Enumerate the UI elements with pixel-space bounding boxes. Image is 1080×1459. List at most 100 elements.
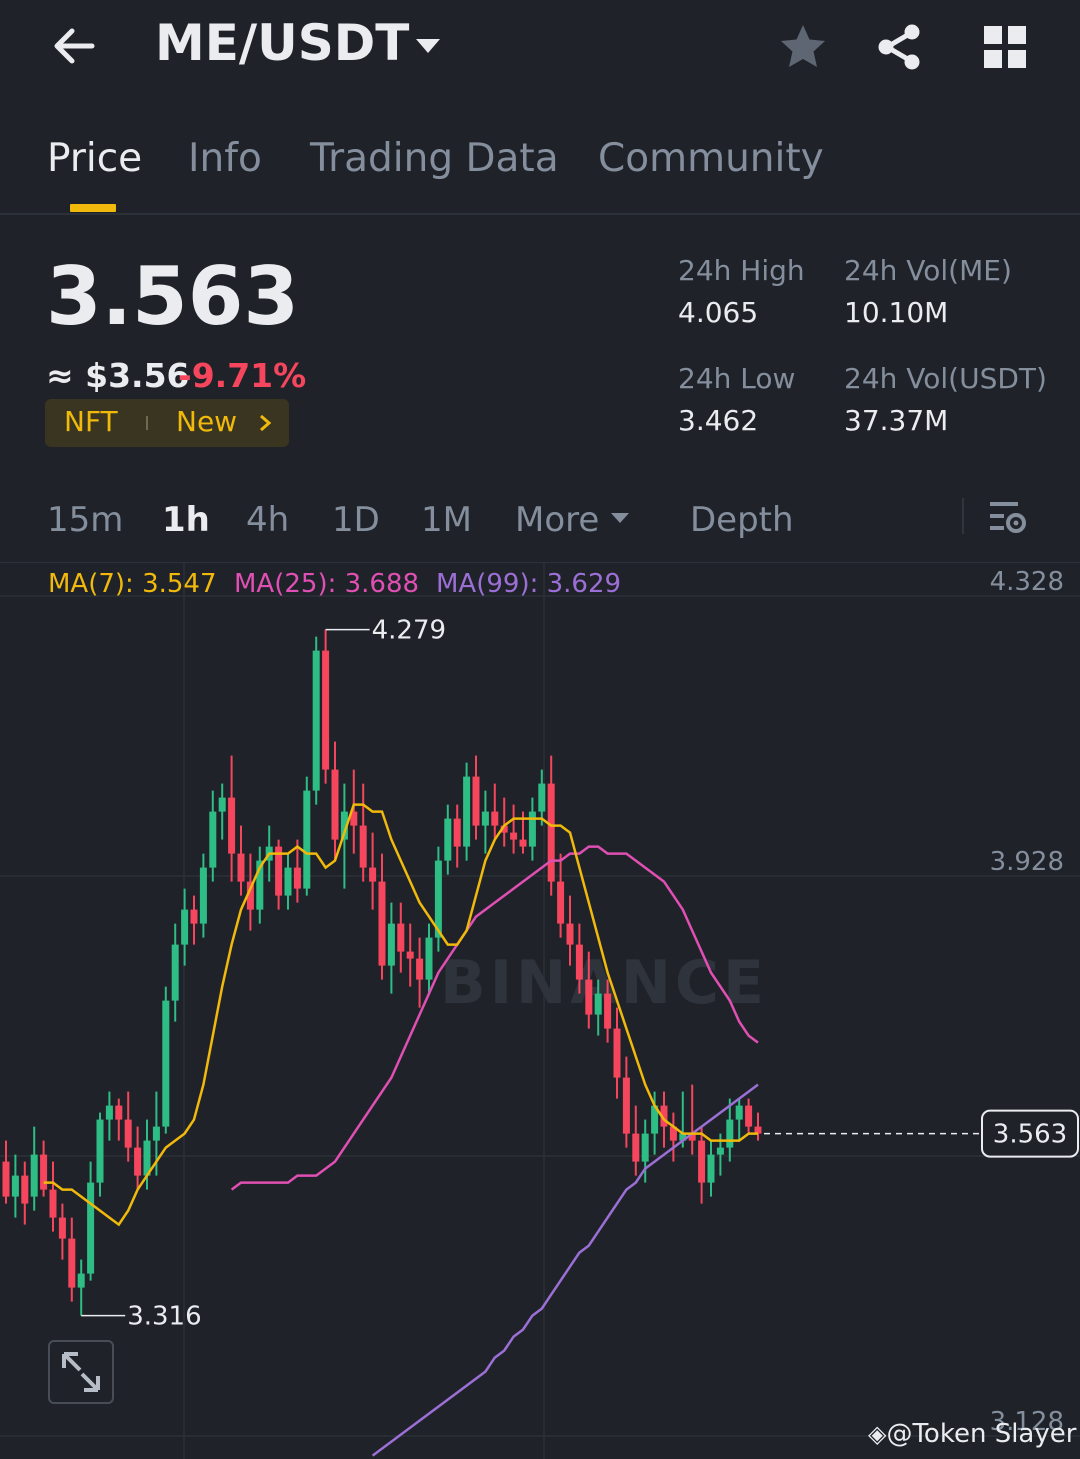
candle-body: [68, 1238, 76, 1288]
candle-body: [397, 923, 405, 952]
candle-body: [312, 650, 320, 791]
interval-1d[interactable]: 1D: [332, 500, 380, 540]
candle-body: [77, 1273, 85, 1288]
candle-body: [115, 1105, 123, 1120]
candle-body: [228, 797, 236, 854]
candle-body: [481, 811, 489, 826]
candle-body: [416, 958, 424, 980]
candle-body: [171, 944, 179, 1001]
candle-body: [209, 811, 217, 868]
depth-tab[interactable]: Depth: [690, 500, 794, 540]
high-label: 24h High: [678, 254, 805, 287]
pair-title[interactable]: ME/USDT: [155, 14, 409, 72]
candle-body: [444, 818, 452, 861]
candle-body: [162, 1000, 170, 1127]
candle-body: [387, 923, 395, 966]
candle-body: [218, 797, 226, 812]
share-icon[interactable]: [874, 22, 924, 72]
tag-separator: [146, 416, 148, 430]
candle-body: [359, 825, 367, 868]
binance-logo-icon: ◈: [868, 1420, 887, 1448]
high-value: 4.065: [678, 296, 759, 329]
y-tick-label: 4.328: [990, 567, 1064, 597]
caret-down-icon[interactable]: [414, 36, 442, 56]
candle-body: [716, 1147, 724, 1155]
y-tick-label: 3.928: [990, 847, 1064, 877]
vol-base-label: 24h Vol(ME): [844, 254, 1012, 287]
candle-body: [472, 776, 480, 826]
vol-quote-label: 24h Vol(USDT): [844, 362, 1047, 395]
candle-body: [557, 881, 565, 924]
tab-divider: [0, 213, 1080, 215]
active-tab-indicator: [70, 204, 116, 212]
candle-body: [622, 1077, 630, 1134]
interval-1m[interactable]: 1M: [421, 500, 472, 540]
expand-icon: [62, 1352, 100, 1392]
candle-body: [698, 1140, 706, 1183]
credit-watermark: ◈@Token Slayer: [868, 1419, 1076, 1449]
price-change-percent: -9.71%: [178, 356, 307, 395]
tab-info[interactable]: Info: [188, 136, 262, 181]
candle-body: [604, 993, 612, 1029]
chart-settings-icon[interactable]: [988, 498, 1028, 536]
fullscreen-button[interactable]: [48, 1340, 114, 1404]
candle-body: [87, 1182, 95, 1274]
ma25-line: [230, 845, 759, 1191]
candle-body: [134, 1147, 142, 1176]
tab-price[interactable]: Price: [47, 136, 142, 181]
back-arrow-icon[interactable]: [48, 20, 100, 72]
candle-body: [40, 1154, 48, 1190]
candle-body: [11, 1175, 19, 1197]
candle-body: [594, 993, 602, 1015]
last-price-badge-text: 3.563: [993, 1120, 1067, 1150]
candle-body: [303, 790, 311, 889]
tab-trading-data[interactable]: Trading Data: [310, 136, 559, 181]
min-price-label: 3.316: [127, 1302, 201, 1332]
candle-body: [190, 909, 198, 924]
usd-price: ≈ $3.56: [46, 356, 190, 395]
ma-lines: [43, 803, 759, 1457]
ma99-legend: MA(99): 3.629: [436, 569, 622, 599]
candle-body: [528, 811, 536, 847]
candle-body: [293, 867, 301, 889]
candle-body: [96, 1119, 104, 1183]
candle-body: [21, 1175, 29, 1204]
candle-body: [58, 1217, 66, 1239]
tab-community[interactable]: Community: [598, 136, 824, 181]
ma99-line: [371, 1083, 759, 1457]
candle-body: [547, 783, 555, 882]
candle-body: [2, 1161, 10, 1197]
ma25-legend: MA(25): 3.688: [234, 569, 420, 599]
interval-separator: [962, 498, 964, 534]
interval-1h[interactable]: 1h: [162, 500, 210, 540]
candle-body: [641, 1133, 649, 1162]
candle-body: [237, 853, 245, 882]
candle-body: [735, 1105, 743, 1120]
interval-15m[interactable]: 15m: [47, 500, 123, 540]
candle-body: [726, 1119, 734, 1148]
interval-more[interactable]: More: [515, 500, 599, 540]
grid-menu-icon[interactable]: [982, 24, 1028, 70]
more-caret-icon[interactable]: [610, 512, 630, 524]
favorite-star-icon[interactable]: [778, 22, 828, 72]
tag-nft[interactable]: NFT: [64, 405, 118, 438]
candle-body: [284, 867, 292, 896]
credit-text: @Token Slayer: [886, 1419, 1077, 1449]
candle-body: [181, 909, 189, 945]
candle-body: [331, 769, 339, 840]
tag-new[interactable]: New: [176, 405, 237, 438]
candlestick-chart[interactable]: BINANCE 4.3283.9283.5283.1284.2793.3163.…: [0, 563, 1080, 1459]
interval-4h[interactable]: 4h: [246, 500, 289, 540]
max-price-label: 4.279: [372, 616, 446, 646]
candle-body: [613, 1028, 621, 1078]
candle-body: [152, 1126, 160, 1141]
candle-body: [491, 811, 499, 826]
candle-body: [566, 923, 574, 945]
chevron-right-icon[interactable]: [258, 414, 272, 432]
candle-body: [707, 1154, 715, 1183]
candle-body: [49, 1189, 57, 1218]
candle-body: [322, 650, 330, 770]
ma7-legend: MA(7): 3.547: [48, 569, 217, 599]
candle-body: [406, 951, 414, 959]
vol-quote-value: 37.37M: [844, 404, 949, 437]
